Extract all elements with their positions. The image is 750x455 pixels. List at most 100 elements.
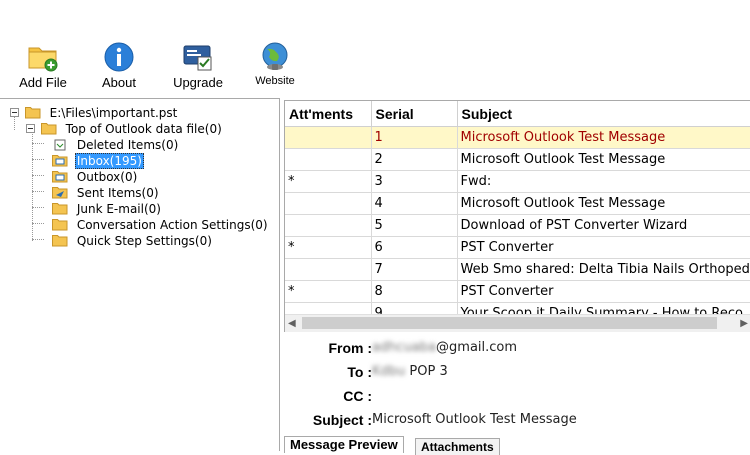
column-header-subject[interactable]: Subject [457,101,750,127]
cell-attachments [285,126,372,149]
cell-serial: 2 [371,148,458,171]
folder-icon [52,235,68,247]
tree-item-label: Inbox(195) [74,153,144,169]
subject-value: Microsoft Outlook Test Message [372,412,577,427]
cell-attachments [285,148,372,171]
tree-item-outbox[interactable]: Outbox(0) [52,169,139,185]
tree-top-label: Top of Outlook data file(0) [65,122,222,136]
cell-serial: 3 [371,170,458,193]
subject-row: Subject : Microsoft Outlook Test Message [284,410,750,430]
cell-serial: 7 [371,258,458,281]
tree-item-conversation-action-settings[interactable]: Conversation Action Settings(0) [52,217,270,233]
about-label: About [102,75,136,90]
from-value: adhcuaba@gmail.com [372,338,517,358]
cell-serial: 8 [371,280,458,303]
cc-label: CC : [343,388,372,404]
website-button[interactable]: Website [240,40,310,87]
tab-message-preview[interactable]: Message Preview [284,436,404,453]
tree-item-inbox[interactable]: Inbox(195) [52,153,144,169]
tree-item-junk-email[interactable]: Junk E-mail(0) [52,201,163,217]
globe-icon [262,42,288,70]
table-row[interactable]: * 6 PST Converter [285,236,750,259]
cell-subject: Microsoft Outlook Test Message [457,192,750,215]
from-domain: @gmail.com [436,340,518,355]
redacted-text: adhcuaba [372,340,437,355]
folder-open-icon [40,123,57,135]
upgrade-label: Upgrade [173,75,223,90]
upgrade-icon [183,45,212,71]
cell-subject: PST Converter [457,236,750,259]
to-row: To : Kdbu POP 3 [284,362,750,382]
to-label: To : [347,364,372,380]
collapse-toggle[interactable] [10,108,19,117]
tree-item-quick-step-settings[interactable]: Quick Step Settings(0) [52,233,214,249]
inbox-folder-icon [52,155,68,167]
horizontal-scrollbar[interactable]: ◀ ▶ [285,314,750,332]
message-table: Att'ments Serial Subject 1 Microsoft Out… [285,101,750,325]
tree-item-label: Quick Step Settings(0) [76,234,212,248]
folder-tree: E:\Files\important.pst Top of Outlook da… [0,98,280,451]
folder-icon [52,203,68,215]
tree-item-deleted-items[interactable]: Deleted Items(0) [52,137,180,153]
tree-item-label: Deleted Items(0) [76,138,179,152]
cell-subject: Microsoft Outlook Test Message [457,126,750,149]
outbox-folder-icon [52,171,68,183]
redacted-text: Kdbu [372,364,406,379]
upgrade-button[interactable]: Upgrade [163,40,233,90]
tree-node-top[interactable]: Top of Outlook data file(0) [26,121,224,137]
cell-attachments [285,192,372,215]
scroll-right-icon[interactable]: ▶ [740,318,748,329]
cell-subject: Web Smo shared: Delta Tibia Nails Orthop… [457,258,750,281]
table-row[interactable]: 1 Microsoft Outlook Test Message [285,126,750,149]
table-row[interactable]: * 8 PST Converter [285,280,750,303]
cell-attachments: * [285,236,372,259]
folder-icon [52,219,68,231]
add-file-icon [28,47,58,72]
cell-subject: Download of PST Converter Wizard [457,214,750,237]
subject-label: Subject : [312,412,372,428]
scroll-thumb[interactable] [302,317,717,329]
tree-item-sent-items[interactable]: Sent Items(0) [52,185,161,201]
website-label: Website [255,75,295,87]
cell-serial: 6 [371,236,458,259]
tree-item-label: Outbox(0) [76,170,138,184]
table-row[interactable]: 5 Download of PST Converter Wizard [285,214,750,237]
about-button[interactable]: About [84,40,154,90]
scroll-left-icon[interactable]: ◀ [288,318,296,329]
table-row[interactable]: * 3 Fwd: [285,170,750,193]
cell-subject: Microsoft Outlook Test Message [457,148,750,171]
add-file-button[interactable]: Add File [8,40,78,90]
column-header-serial[interactable]: Serial [371,101,458,127]
cell-attachments [285,214,372,237]
message-list: Att'ments Serial Subject 1 Microsoft Out… [284,100,750,333]
table-header: Att'ments Serial Subject [285,101,750,127]
tree-item-label: Conversation Action Settings(0) [76,218,268,232]
column-header-attachments[interactable]: Att'ments [285,101,372,127]
tree-root-label: E:\Files\important.pst [49,106,178,120]
cell-attachments: * [285,170,372,193]
cc-row: CC : [284,386,750,406]
table-row[interactable]: 7 Web Smo shared: Delta Tibia Nails Orth… [285,258,750,281]
from-row: From : adhcuaba@gmail.com [284,338,750,358]
to-value: Kdbu POP 3 [372,362,448,382]
table-row[interactable]: 4 Microsoft Outlook Test Message [285,192,750,215]
cell-serial: 1 [371,126,458,149]
message-details: From : adhcuaba@gmail.com To : Kdbu POP … [284,332,750,455]
cell-subject: PST Converter [457,280,750,303]
tree-node-root[interactable]: E:\Files\important.pst [10,105,179,121]
tree-item-label: Sent Items(0) [76,186,159,200]
info-icon [104,42,134,72]
tab-attachments[interactable]: Attachments [415,438,500,455]
collapse-toggle[interactable] [26,124,35,133]
from-label: From : [328,340,372,356]
tree-item-label: Junk E-mail(0) [76,202,161,216]
cell-serial: 4 [371,192,458,215]
cell-attachments [285,258,372,281]
cell-subject: Fwd: [457,170,750,193]
recycle-bin-icon [54,139,66,151]
to-name: POP 3 [409,364,448,379]
sent-folder-icon [52,187,68,199]
toolbar: Add File About Upgrade Website [0,0,750,98]
cell-serial: 5 [371,214,458,237]
table-row[interactable]: 2 Microsoft Outlook Test Message [285,148,750,171]
